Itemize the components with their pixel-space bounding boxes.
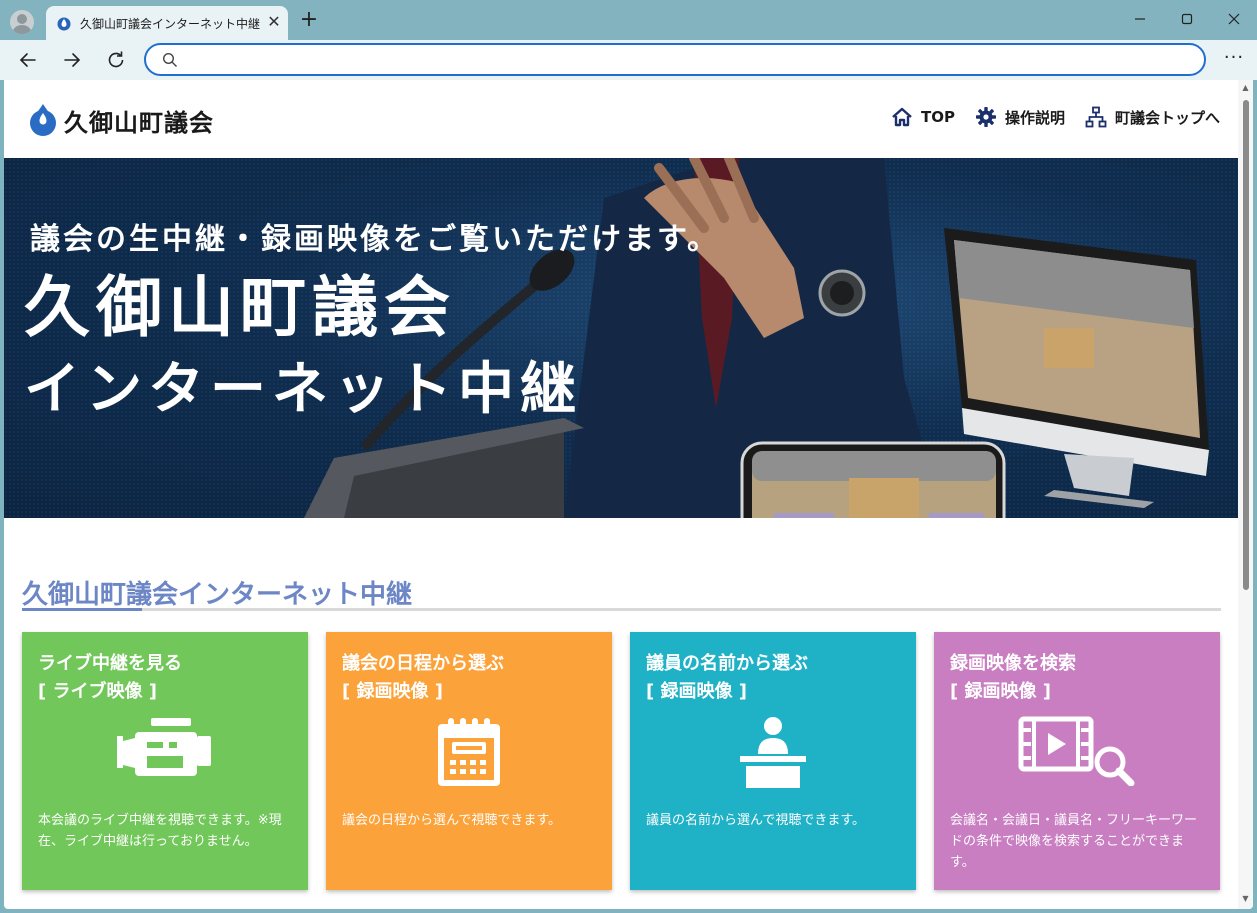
window-close-icon[interactable] [1219, 8, 1249, 32]
card-live-title-block: ライブ中継を見る [ ライブ映像 ] [38, 650, 182, 706]
card-search-subtitle: [ 録画映像 ] [950, 681, 1051, 702]
back-arrow-icon[interactable] [16, 48, 42, 72]
scrollbar-thumb[interactable] [1243, 100, 1249, 590]
forward-arrow-icon[interactable] [60, 48, 86, 72]
speaker-podium-icon [740, 717, 806, 788]
browser-tab-bar: 久御山町議会インターネット中継 ✕ + [0, 0, 1257, 40]
sitemap-icon [1085, 106, 1107, 128]
hero-lead-text: 議会の生中継・録画映像をご覧いただけます。 [30, 222, 720, 257]
card-live-title: ライブ中継を見る [38, 653, 182, 674]
nav-top-link[interactable]: TOP [891, 106, 955, 128]
page-viewport: 久御山町議会 TOP 操作説明 町議会トップへ 議会の生中継・録画映像をご覧いた… [4, 80, 1253, 909]
card-schedule-description: 議会の日程から選んで視聴できます。 [342, 813, 562, 828]
browser-menu-button[interactable]: ··· [1222, 48, 1246, 72]
minimize-icon[interactable] [1125, 8, 1155, 32]
nav-council-top-link[interactable]: 町議会トップへ [1085, 106, 1220, 128]
browser-toolbar: ··· [0, 40, 1257, 80]
page-scrollbar[interactable]: ▲ ▼ [1238, 80, 1253, 909]
card-members[interactable]: 議員の名前から選ぶ [ 録画映像 ] 議員の名前から選んで視聴できます。 [630, 632, 916, 890]
profile-avatar-icon[interactable] [10, 10, 34, 34]
card-members-description: 議員の名前から選んで視聴できます。 [646, 813, 866, 828]
card-live-subtitle: [ ライブ映像 ] [38, 681, 157, 702]
maximize-icon[interactable] [1172, 8, 1202, 32]
card-members-title-block: 議員の名前から選ぶ [ 録画映像 ] [646, 650, 808, 706]
section-divider [22, 608, 1221, 611]
section-title: 久御山町議会インターネット中継 [22, 580, 413, 610]
nav-guide-link[interactable]: 操作説明 [975, 106, 1065, 128]
site-favicon-icon [57, 17, 71, 31]
hero-banner: 議会の生中継・録画映像をご覧いただけます。 久御山町議会 インターネット中継 [4, 158, 1238, 518]
card-schedule[interactable]: 議会の日程から選ぶ [ 録画映像 ] 議会の日程から選んで視聴できます。 [326, 632, 612, 890]
browser-tab[interactable]: 久御山町議会インターネット中継 ✕ [46, 6, 288, 40]
site-logo-text: 久御山町議会 [64, 108, 214, 137]
hero-title-line2: インターネット中継 [24, 357, 582, 422]
tab-close-icon[interactable]: ✕ [264, 12, 284, 32]
address-bar[interactable] [144, 43, 1206, 76]
search-icon [162, 52, 177, 67]
site-logo[interactable]: 久御山町議会 [28, 100, 214, 140]
card-search[interactable]: 録画映像を検索 [ 録画映像 ] 会議名・会議日・議員名・フリーキーワードの条件… [934, 632, 1220, 890]
site-nav: TOP 操作説明 町議会トップへ [871, 106, 1220, 128]
town-emblem-icon [30, 104, 56, 136]
card-live-description: 本会議のライブ中継を視聴できます。※現在、ライブ中継は行っておりません。 [38, 813, 282, 849]
nav-guide-label: 操作説明 [1004, 108, 1065, 127]
card-schedule-title-block: 議会の日程から選ぶ [ 録画映像 ] [342, 650, 504, 706]
home-icon [892, 107, 912, 127]
calendar-icon [438, 718, 500, 786]
site-header: 久御山町議会 TOP 操作説明 町議会トップへ [4, 80, 1238, 158]
card-search-description: 会議名・会議日・議員名・フリーキーワードの条件で映像を検索することができます。 [950, 813, 1198, 870]
phone-illustration [740, 441, 1006, 518]
video-camera-icon [117, 718, 211, 776]
reload-icon[interactable] [104, 48, 130, 72]
card-schedule-title: 議会の日程から選ぶ [342, 653, 504, 674]
gear-icon [975, 107, 996, 127]
tab-title: 久御山町議会インターネット中継 [80, 17, 261, 31]
card-members-title: 議員の名前から選ぶ [646, 653, 808, 674]
card-live[interactable]: ライブ中継を見る [ ライブ映像 ] 本会議のライブ中継を視聴できます。※現在、… [22, 632, 308, 890]
card-search-title-block: 録画映像を検索 [ 録画映像 ] [950, 650, 1076, 706]
new-tab-button[interactable]: + [298, 9, 320, 32]
nav-council-top-label: 町議会トップへ [1114, 108, 1220, 127]
hero-title-line1: 久御山町議会 [24, 269, 456, 346]
card-schedule-subtitle: [ 録画映像 ] [342, 681, 443, 702]
card-search-title: 録画映像を検索 [950, 653, 1076, 674]
video-search-icon [1018, 716, 1135, 786]
card-members-subtitle: [ 録画映像 ] [646, 681, 747, 702]
address-input[interactable] [188, 50, 1168, 70]
nav-top-label: TOP [920, 108, 955, 126]
